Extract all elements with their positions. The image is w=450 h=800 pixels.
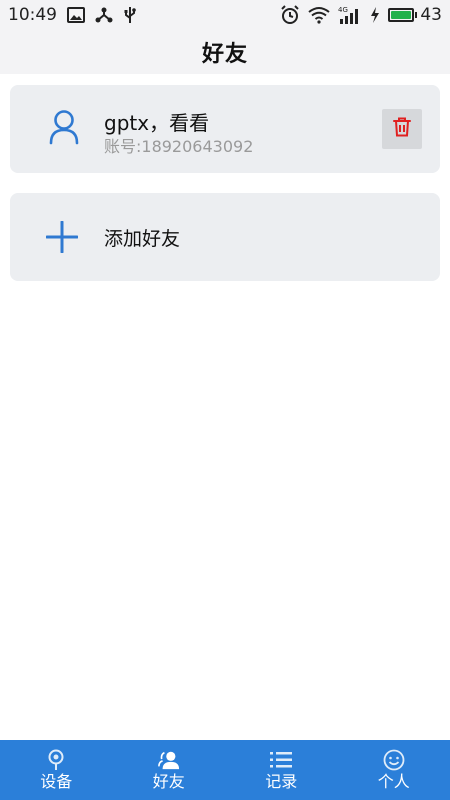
nav-item-friends[interactable]: 好友	[113, 740, 226, 800]
list-icon	[270, 749, 293, 771]
nav-label-profile: 个人	[377, 772, 410, 791]
friends-icon	[157, 749, 180, 771]
alarm-icon	[280, 5, 300, 25]
add-friend-label: 添加好友	[104, 228, 181, 250]
nav-label-devices: 设备	[40, 772, 73, 791]
bottom-nav: 设备 好友 记录 个人	[0, 740, 450, 800]
delete-friend-button[interactable]	[382, 109, 422, 149]
battery-indicator: 43	[388, 5, 442, 25]
friends-page: 10:49 4G 43 好友 gptx，看看 账号:18920643092 添加…	[0, 0, 450, 800]
friend-card[interactable]: gptx，看看 账号:18920643092	[10, 85, 440, 173]
wifi-icon	[308, 6, 330, 24]
location-pin-icon	[45, 749, 67, 771]
battery-level: 43	[420, 5, 442, 25]
status-time: 10:49	[8, 5, 57, 25]
network-type-label: 4G	[338, 6, 348, 14]
share-notification-icon	[95, 6, 113, 24]
nav-label-friends: 好友	[152, 772, 185, 791]
nav-label-records: 记录	[265, 772, 298, 791]
signal-icon: 4G	[338, 5, 362, 25]
nav-item-records[interactable]: 记录	[225, 740, 338, 800]
plus-icon	[45, 220, 79, 254]
nav-item-profile[interactable]: 个人	[338, 740, 450, 800]
smiley-icon	[383, 749, 405, 771]
image-notification-icon	[67, 7, 85, 23]
battery-icon	[388, 8, 415, 22]
nav-item-devices[interactable]: 设备	[0, 740, 113, 800]
add-friend-button[interactable]: 添加好友	[10, 193, 440, 281]
trash-icon	[393, 117, 411, 141]
page-title: 好友	[201, 42, 248, 67]
status-bar: 10:49 4G 43	[0, 0, 450, 30]
charging-icon	[370, 7, 380, 23]
user-avatar-icon	[48, 109, 80, 145]
app-header: 好友	[0, 30, 450, 74]
friend-account: 账号:18920643092	[104, 137, 254, 156]
friend-name: gptx，看看	[104, 111, 210, 135]
usb-icon	[123, 6, 137, 24]
